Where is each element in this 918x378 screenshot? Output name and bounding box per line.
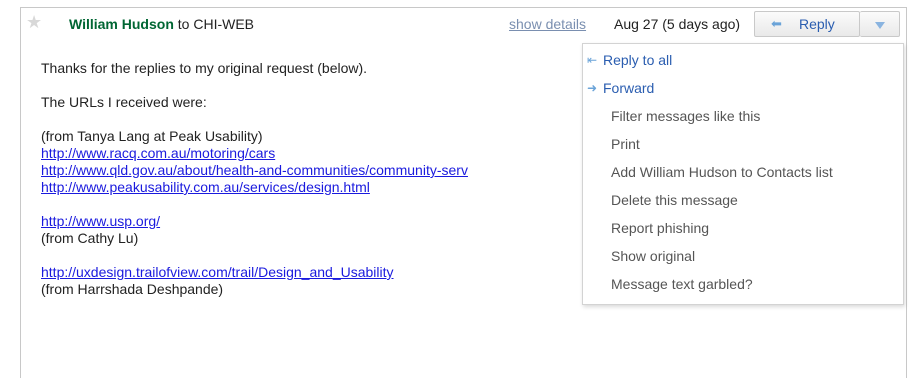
reply-arrow-icon: ⬅	[771, 16, 782, 31]
source-label: (from Tanya Lang at Peak Usability)	[41, 128, 263, 144]
menu-item-add-contact[interactable]: Add William Hudson to Contacts list	[583, 158, 903, 186]
menu-item-show-original[interactable]: Show original	[583, 242, 903, 270]
menu-item-filter[interactable]: Filter messages like this	[583, 102, 903, 130]
source-label: (from Cathy Lu)	[41, 230, 139, 246]
source-label: (from Harrshada Deshpande)	[41, 281, 224, 297]
message-header: ★ William Hudson to CHI-WEB show details…	[21, 8, 906, 38]
url-link[interactable]: http://www.peakusability.com.au/services…	[41, 179, 370, 195]
recipient-text: to CHI-WEB	[177, 16, 255, 32]
menu-item-delete[interactable]: Delete this message	[583, 186, 903, 214]
sender-line: William Hudson to CHI-WEB	[69, 16, 254, 32]
forward-icon: ➜	[587, 81, 598, 95]
url-link[interactable]: http://uxdesign.trailofview.com/trail/De…	[41, 264, 394, 280]
message-date: Aug 27 (5 days ago)	[614, 16, 741, 32]
url-link[interactable]: http://www.qld.gov.au/about/health-and-c…	[41, 162, 468, 178]
menu-item-garbled[interactable]: Message text garbled?	[583, 270, 903, 298]
menu-item-forward[interactable]: ➜ Forward	[583, 74, 903, 102]
url-link[interactable]: http://www.usp.org/	[41, 213, 160, 229]
message-options-menu: ⇤ Reply to all ➜ Forward Filter messages…	[582, 43, 904, 305]
menu-item-reply-to-all[interactable]: ⇤ Reply to all	[583, 46, 903, 74]
star-icon[interactable]: ★	[26, 13, 44, 31]
dropdown-arrow-icon	[875, 22, 885, 29]
message-body: Thanks for the replies to my original re…	[41, 60, 601, 298]
more-options-button[interactable]	[860, 11, 900, 37]
body-line: The URLs I received were:	[41, 94, 207, 110]
menu-item-report-phishing[interactable]: Report phishing	[583, 214, 903, 242]
reply-button[interactable]: ⬅ Reply	[754, 11, 860, 37]
sender-name[interactable]: William Hudson	[69, 16, 174, 32]
reply-all-icon: ⇤	[587, 53, 598, 67]
menu-item-print[interactable]: Print	[583, 130, 903, 158]
url-link[interactable]: http://www.racq.com.au/motoring/cars	[41, 145, 275, 161]
show-details-link[interactable]: show details	[509, 16, 586, 32]
body-line: Thanks for the replies to my original re…	[41, 60, 368, 76]
reply-button-label: Reply	[799, 16, 835, 32]
